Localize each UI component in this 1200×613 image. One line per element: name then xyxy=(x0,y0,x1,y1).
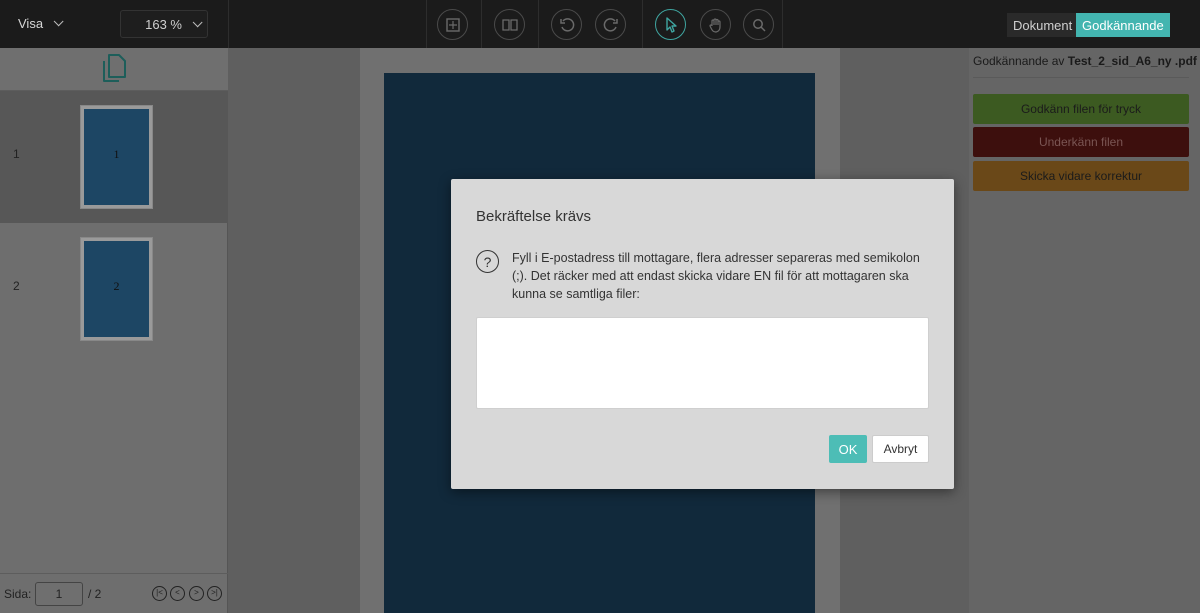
approval-title: Godkännande av Test_2_sid_A6_ny .pdf xyxy=(973,54,1197,68)
approve-button[interactable]: Godkänn filen för tryck xyxy=(973,94,1189,124)
toolbar-divider xyxy=(481,0,482,48)
last-page-icon[interactable]: >| xyxy=(207,586,222,601)
chevron-down-icon xyxy=(53,16,64,27)
zoom-value: 163 % xyxy=(145,16,182,32)
first-page-icon[interactable]: |< xyxy=(152,586,167,601)
page-total: / 2 xyxy=(88,587,102,601)
thumbnail-row[interactable]: 2 2 xyxy=(0,223,228,355)
select-cursor-icon xyxy=(665,16,677,33)
search-button[interactable] xyxy=(743,9,774,40)
cancel-button[interactable]: Avbryt xyxy=(872,435,929,463)
toolbar-divider xyxy=(642,0,643,48)
reject-button[interactable]: Underkänn filen xyxy=(973,127,1189,157)
book-view-icon xyxy=(501,18,518,31)
approval-title-prefix: Godkännande av xyxy=(973,54,1065,68)
pan-tool-button[interactable] xyxy=(700,9,731,40)
fit-page-button[interactable] xyxy=(437,9,468,40)
select-tool-button[interactable] xyxy=(655,9,686,40)
toolbar-divider xyxy=(426,0,427,48)
thumbnail-panel-header xyxy=(0,48,228,91)
confirmation-dialog: Bekräftelse krävs ? Fyll i E-postadress … xyxy=(451,179,954,489)
toolbar-divider xyxy=(782,0,783,48)
dialog-title: Bekräftelse krävs xyxy=(476,208,592,225)
chevron-down-icon xyxy=(192,16,203,27)
thumbnail-page-label: 2 xyxy=(113,279,120,293)
divider xyxy=(973,77,1189,78)
approval-panel: Godkännande av Test_2_sid_A6_ny .pdf God… xyxy=(969,48,1200,613)
page-label: Sida: xyxy=(4,587,32,601)
ok-button[interactable]: OK xyxy=(829,435,867,463)
toolbar-divider xyxy=(228,0,229,48)
thumbnail-number: 2 xyxy=(13,279,20,293)
page-thumbnail[interactable]: 2 xyxy=(80,237,153,341)
page-thumbnail[interactable]: 1 xyxy=(80,105,153,209)
question-icon: ? xyxy=(476,250,499,273)
email-recipients-field[interactable] xyxy=(476,317,929,409)
thumbnail-panel: 1 1 2 2 Sida: 1 / 2 |< < > >| xyxy=(0,48,228,613)
forward-proof-button[interactable]: Skicka vidare korrektur xyxy=(973,161,1189,191)
page-navigator: Sida: 1 / 2 |< < > >| xyxy=(0,573,228,613)
zoom-select[interactable]: 163 % xyxy=(120,10,208,38)
view-menu-label: Visa xyxy=(18,16,44,31)
fit-page-icon xyxy=(445,17,460,32)
approval-file-name: Test_2_sid_A6_ny .pdf xyxy=(1067,54,1197,68)
rotate-right-button[interactable] xyxy=(595,9,626,40)
thumbnail-number: 1 xyxy=(13,147,20,161)
documents-icon[interactable] xyxy=(101,54,127,84)
next-page-icon[interactable]: > xyxy=(189,586,204,601)
tab-approval[interactable]: Godkännande xyxy=(1076,13,1170,37)
rotate-left-button[interactable] xyxy=(551,9,582,40)
tab-document[interactable]: Dokument xyxy=(1007,13,1079,37)
view-menu[interactable]: Visa xyxy=(18,16,64,31)
toolbar-divider xyxy=(538,0,539,48)
dialog-message: Fyll i E-postadress till mottagare, fler… xyxy=(512,251,920,301)
rotate-right-icon xyxy=(603,17,618,32)
pan-hand-icon xyxy=(708,17,721,33)
page-number-input[interactable]: 1 xyxy=(35,582,83,606)
top-toolbar: Visa 163 % Dokument Godkännande xyxy=(0,0,1200,48)
thumbnail-page-label: 1 xyxy=(113,147,120,161)
search-icon xyxy=(752,18,766,32)
thumbnail-row[interactable]: 1 1 xyxy=(0,91,228,223)
rotate-left-icon xyxy=(559,17,574,32)
prev-page-icon[interactable]: < xyxy=(170,586,185,601)
book-view-button[interactable] xyxy=(494,9,525,40)
